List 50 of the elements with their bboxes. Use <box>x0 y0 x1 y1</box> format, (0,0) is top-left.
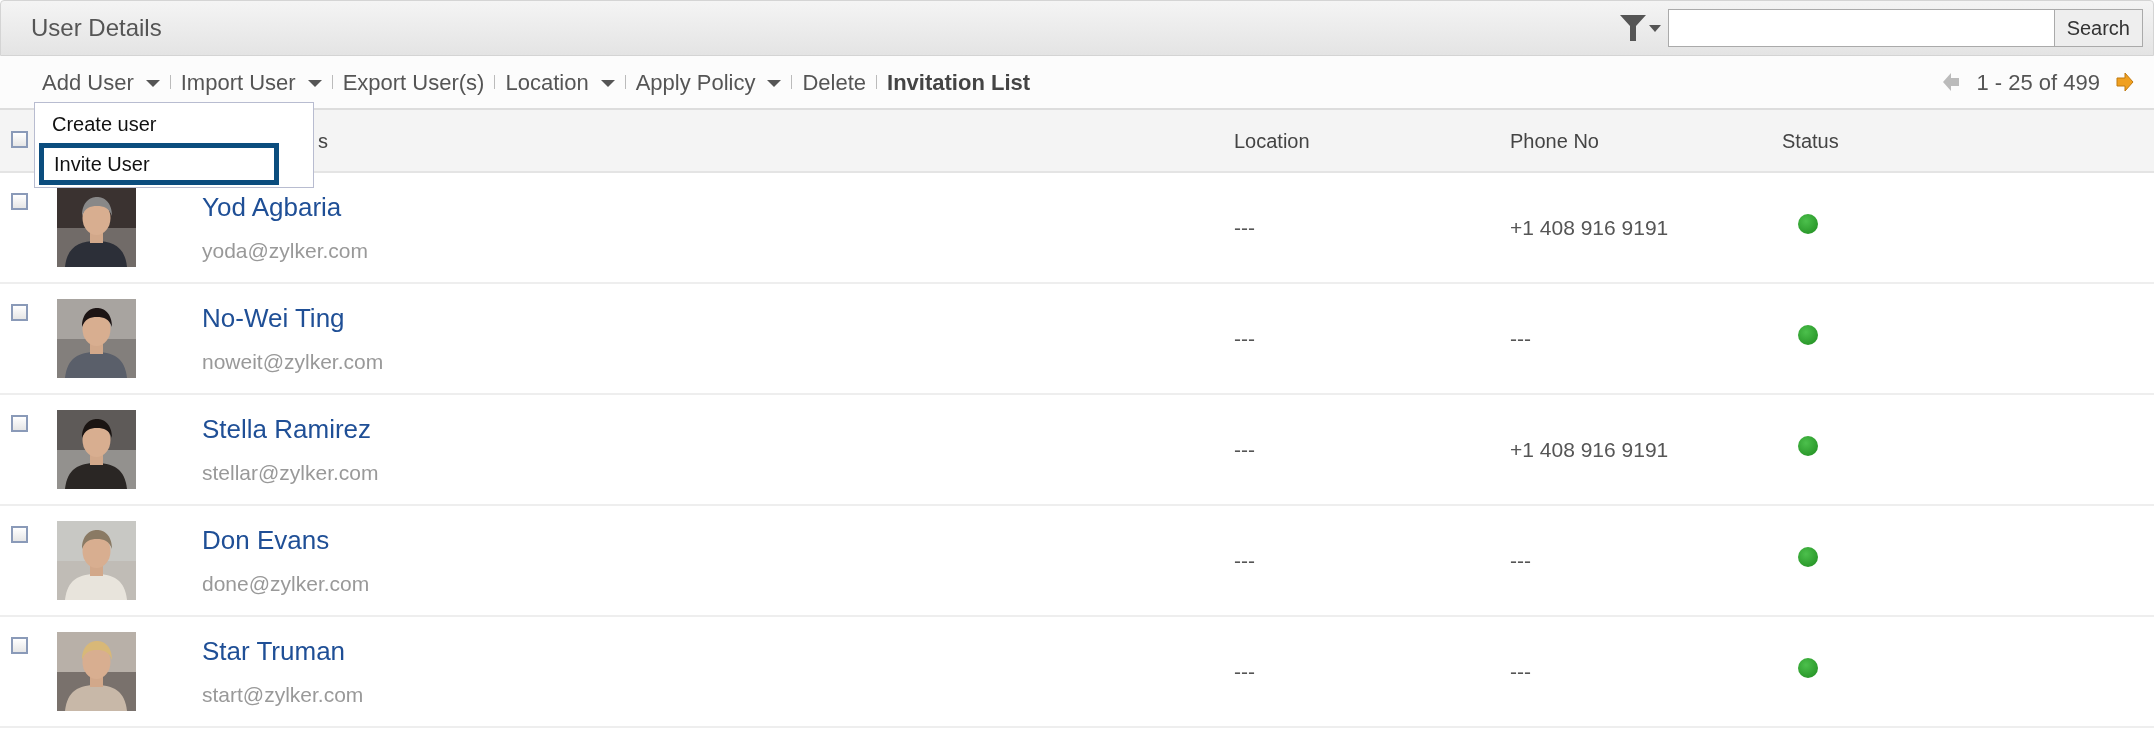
caret-icon <box>600 80 615 88</box>
column-header: Phone No <box>1510 129 1599 152</box>
table-cell: +1 408 916 9191 <box>1510 437 1669 461</box>
toolbar-menu[interactable]: Add User <box>32 65 170 99</box>
toolbar-menu[interactable]: Delete <box>792 65 877 99</box>
column-header: Status <box>1782 129 1839 152</box>
user-name-link[interactable]: Star Truman <box>202 632 346 672</box>
user-email: yoda@zylker.com <box>202 238 369 265</box>
user-name-link[interactable]: Don Evans <box>202 521 330 561</box>
toolbar-menu[interactable]: Apply Policy <box>625 65 792 99</box>
checkbox[interactable] <box>11 526 28 543</box>
caret-icon <box>145 80 160 88</box>
table-cell: --- <box>1234 548 1255 572</box>
toolbar-menu[interactable]: Import User <box>170 65 332 99</box>
toolbar-menu[interactable]: Invitation List <box>877 65 1041 99</box>
toolbar-menu[interactable]: Location <box>495 65 625 99</box>
table-cell: --- <box>1234 326 1255 350</box>
column-header: Location <box>1234 129 1310 152</box>
user-email: stellar@zylker.com <box>202 460 379 487</box>
checkbox[interactable] <box>11 193 28 210</box>
caret-icon <box>767 80 782 88</box>
table-cell: --- <box>1510 659 1531 683</box>
table-cell: --- <box>1510 548 1531 572</box>
menu-item[interactable]: Invite User <box>39 143 279 185</box>
panel-title: User Details <box>31 13 162 43</box>
menu-item[interactable]: Create user <box>39 105 279 143</box>
user-name-link[interactable]: Stella Ramirez <box>202 410 372 450</box>
table-cell: --- <box>1234 437 1255 461</box>
toolbar-menu[interactable]: Export User(s) <box>332 65 495 99</box>
table-cell: +1 408 916 9191 <box>1510 215 1669 239</box>
user-name-link[interactable]: Yod Agbaria <box>202 188 342 228</box>
user-email: done@zylker.com <box>202 571 370 598</box>
user-email: start@zylker.com <box>202 682 364 709</box>
table-cell: --- <box>1510 326 1531 350</box>
caret-icon <box>307 80 322 88</box>
checkbox[interactable] <box>11 130 28 148</box>
checkbox[interactable] <box>11 637 28 654</box>
user-name-link[interactable]: No-Wei Ting <box>202 299 345 339</box>
user-email: noweit@zylker.com <box>202 349 384 376</box>
page-range: 1 - 25 of 499 <box>1976 68 2100 97</box>
search-field[interactable] <box>1667 9 2054 47</box>
checkbox[interactable] <box>11 304 28 321</box>
checkbox[interactable] <box>11 415 28 432</box>
table-cell: --- <box>1234 659 1255 683</box>
search-button[interactable]: Search <box>2053 9 2143 47</box>
filter-icon[interactable] <box>1617 13 1664 43</box>
column-header: s <box>318 129 328 152</box>
next-arrow-icon[interactable] <box>2116 72 2134 92</box>
table-cell: --- <box>1234 215 1255 239</box>
previous-arrow-icon[interactable] <box>1942 72 1961 92</box>
